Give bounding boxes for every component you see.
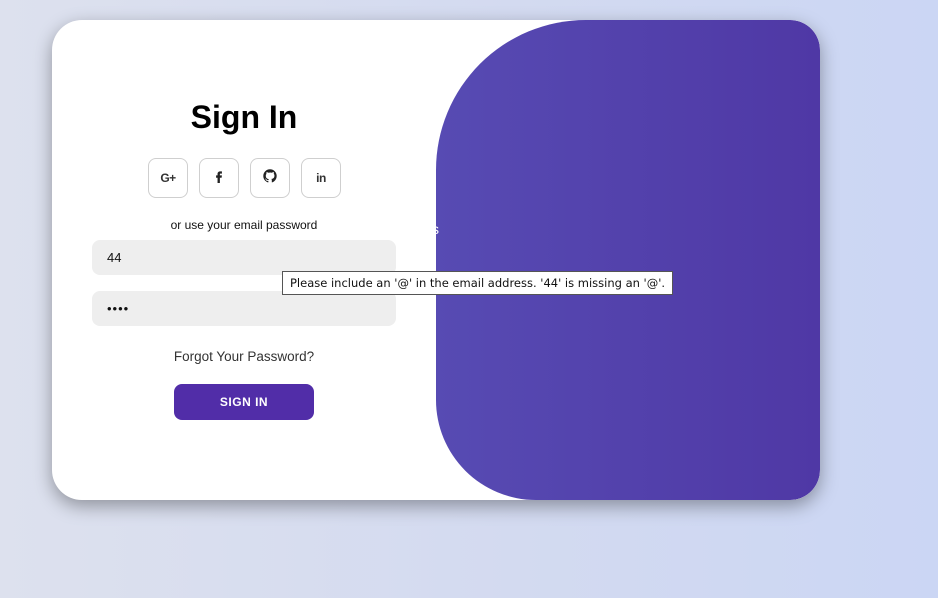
email-input[interactable]: [92, 240, 396, 275]
linkedin-button[interactable]: in: [301, 158, 341, 198]
forgot-password-link[interactable]: Forgot Your Password?: [52, 349, 436, 364]
signin-button[interactable]: SIGN IN: [174, 384, 314, 420]
linkedin-icon: in: [316, 171, 326, 185]
page-title: Sign In: [190, 99, 298, 135]
signin-form: Sign In G+ in or use your email password: [52, 20, 436, 500]
google-plus-icon: G+: [160, 171, 176, 185]
toggle-panel: [436, 20, 820, 500]
email-hint: or use your email password: [170, 218, 318, 232]
validation-tooltip: Please include an '@' in the email addre…: [282, 271, 674, 295]
github-icon: [263, 168, 277, 188]
facebook-icon: [212, 169, 226, 188]
github-button[interactable]: [250, 158, 290, 198]
password-input[interactable]: [92, 291, 396, 326]
google-plus-button[interactable]: G+: [148, 158, 188, 198]
social-icons: G+ in: [148, 158, 341, 198]
facebook-button[interactable]: [199, 158, 239, 198]
auth-card: s Sign In G+ in or use your email passwo…: [52, 20, 820, 500]
